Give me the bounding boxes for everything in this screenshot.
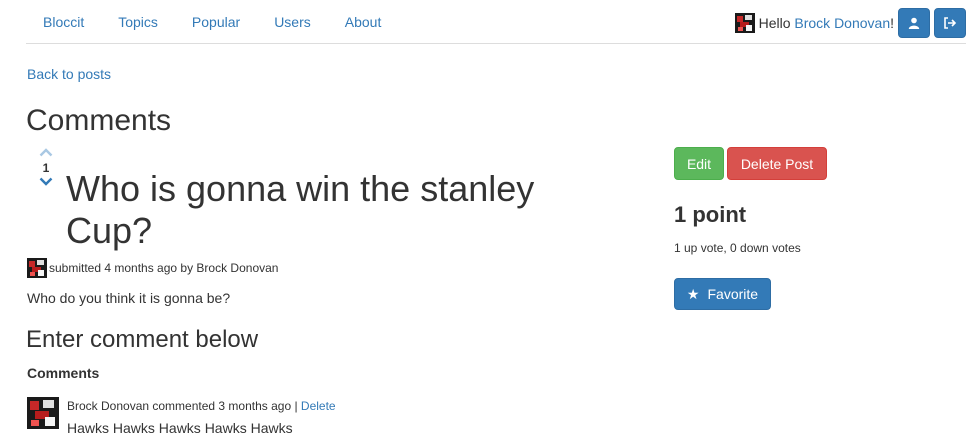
greeting: Hello Brock Donovan! [759, 15, 894, 31]
user-name-link[interactable]: Brock Donovan [794, 15, 890, 31]
comment-content: Brock Donovan commented 3 months ago | D… [67, 397, 336, 437]
delete-comment-link[interactable]: Delete [301, 399, 336, 413]
user-avatar [734, 13, 755, 33]
vote-count: 1 [42, 161, 50, 175]
profile-button[interactable] [898, 8, 930, 38]
page-title: Comments [26, 104, 172, 137]
votes-detail: 1 up vote, 0 down votes [674, 241, 801, 255]
comments-label: Comments [27, 365, 100, 381]
greeting-suffix: ! [890, 15, 894, 31]
comment-meta-text: Brock Donovan commented 3 months ago [67, 399, 292, 413]
post-meta-text: submitted 4 months ago by Brock Donovan [49, 261, 279, 275]
back-to-posts-link[interactable]: Back to posts [27, 66, 111, 82]
nav-link-users[interactable]: Users [257, 0, 328, 44]
comment-meta: Brock Donovan commented 3 months ago | D… [67, 397, 336, 415]
user-icon [908, 17, 920, 29]
navbar: Bloccit Topics Popular Users About Hello… [26, 0, 966, 44]
post-title: Who is gonna win the stanley Cup? [66, 168, 535, 251]
edit-post-button[interactable]: Edit [674, 147, 724, 180]
nav-links: Bloccit Topics Popular Users About [26, 0, 398, 44]
commenter-avatar [27, 397, 59, 429]
post-points: 1 point [674, 202, 747, 227]
post-body: Who do you think it is gonna be? [27, 290, 231, 306]
comment-body: Hawks Hawks Hawks Hawks Hawks [67, 420, 293, 436]
nav-link-popular[interactable]: Popular [175, 0, 257, 44]
nav-link-about[interactable]: About [328, 0, 399, 44]
delete-post-button[interactable]: Delete Post [727, 147, 827, 180]
comment-item: Brock Donovan commented 3 months ago | D… [27, 397, 336, 437]
sign-out-icon [944, 17, 957, 29]
nav-link-topics[interactable]: Topics [101, 0, 175, 44]
upvote-chevron-icon[interactable] [39, 148, 53, 157]
downvote-chevron-icon[interactable] [39, 177, 53, 186]
author-avatar [27, 258, 47, 278]
nav-link-bloccit[interactable]: Bloccit [26, 0, 101, 44]
greeting-prefix: Hello [758, 15, 791, 31]
favorite-button[interactable]: ★ Favorite [674, 278, 771, 310]
sign-out-button[interactable] [934, 8, 966, 38]
vote-widget: 1 [36, 148, 56, 186]
star-icon: ★ [686, 285, 700, 302]
post-meta: submitted 4 months ago by Brock Donovan [27, 258, 278, 278]
nav-user-area: Hello Brock Donovan! [734, 8, 966, 38]
comment-form-heading: Enter comment below [26, 326, 259, 353]
comment-meta-separator: | [291, 399, 301, 413]
favorite-label: Favorite [707, 286, 759, 302]
